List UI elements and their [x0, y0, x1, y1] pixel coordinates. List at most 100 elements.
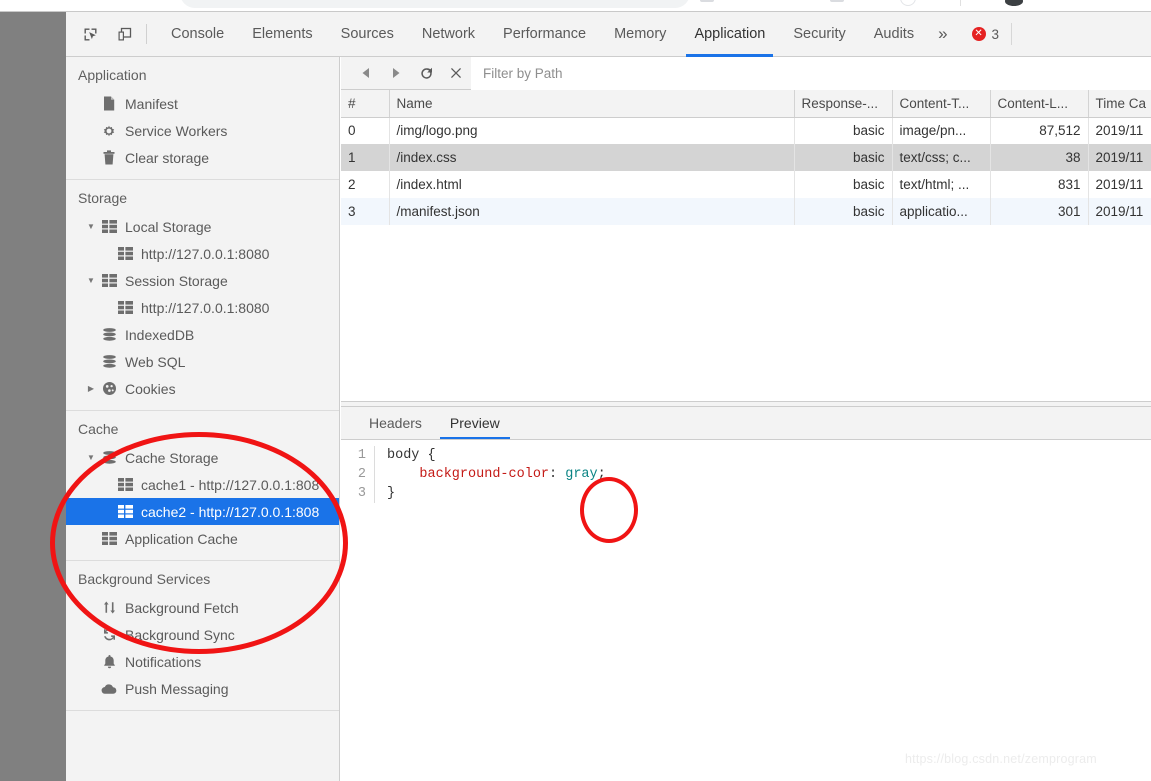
- cache-toolbar: [341, 56, 1151, 90]
- tab-network[interactable]: Network: [408, 12, 489, 57]
- sidebar-item-application-cache[interactable]: Application Cache: [66, 525, 339, 552]
- cell-content-length: 831: [990, 171, 1089, 198]
- chrome-toolbar-icon[interactable]: [700, 0, 714, 2]
- sidebar-item-label: Push Messaging: [125, 680, 229, 697]
- sidebar-item-label: http://127.0.0.1:8080: [141, 299, 270, 316]
- sidebar-section-background-services-title: Background Services: [78, 571, 211, 587]
- sidebar-item-label: http://127.0.0.1:8080: [141, 245, 270, 262]
- sidebar-divider: [66, 710, 339, 711]
- table-row[interactable]: 0 /img/logo.png basic image/pn... 87,512…: [341, 117, 1151, 144]
- sidebar-item-label: Web SQL: [125, 353, 186, 370]
- sidebar-item-clear-storage[interactable]: Clear storage: [66, 144, 339, 171]
- tab-console[interactable]: Console: [157, 12, 238, 57]
- sidebar-item-manifest[interactable]: Manifest: [66, 90, 339, 117]
- device-toolbar-icon[interactable]: [110, 20, 138, 48]
- error-badge[interactable]: ✕ 3: [971, 27, 999, 42]
- sidebar-item-session-storage[interactable]: ▼ Session Storage: [66, 267, 339, 294]
- preview-code-viewer[interactable]: 1 body { 2 background-color: gray; 3 }: [341, 440, 1151, 700]
- sidebar-item-label: Session Storage: [125, 272, 228, 289]
- cell-content-length: 301: [990, 198, 1089, 225]
- tab-memory[interactable]: Memory: [600, 12, 680, 57]
- back-button[interactable]: [351, 60, 381, 86]
- chrome-menu-icon[interactable]: [1005, 0, 1023, 6]
- cell-content-length: 38: [990, 144, 1089, 171]
- css-colon: :: [549, 467, 566, 482]
- twisty-icon[interactable]: ▼: [82, 276, 100, 285]
- cell-content-type: text/css; c...: [892, 144, 991, 171]
- twisty-icon[interactable]: ▶: [82, 384, 100, 393]
- table-header-row: # Name Response-... Content-T... Content…: [341, 90, 1151, 118]
- chrome-profile-icon[interactable]: [900, 0, 916, 6]
- tab-security[interactable]: Security: [779, 12, 859, 57]
- twisty-icon[interactable]: ▼: [82, 222, 100, 231]
- refresh-button[interactable]: [411, 60, 441, 86]
- sidebar-item-label: Cache Storage: [125, 449, 219, 466]
- sidebar-item-local-storage[interactable]: ▼ Local Storage: [66, 213, 339, 240]
- column-header-name[interactable]: Name: [389, 90, 795, 118]
- table-icon: [116, 245, 134, 263]
- sidebar-item-notifications[interactable]: Notifications: [66, 648, 339, 675]
- twisty-icon[interactable]: ▼: [82, 453, 100, 462]
- css-property: background-color: [387, 467, 550, 482]
- tab-performance[interactable]: Performance: [489, 12, 600, 57]
- sidebar-item-cache1[interactable]: cache1 - http://127.0.0.1:808: [66, 471, 339, 498]
- sidebar-item-push-messaging[interactable]: Push Messaging: [66, 675, 339, 702]
- trash-icon: [100, 149, 118, 167]
- forward-button[interactable]: [381, 60, 411, 86]
- chrome-divider: [960, 0, 961, 6]
- cache-entries-table-wrapper[interactable]: # Name Response-... Content-T... Content…: [341, 90, 1151, 402]
- tab-audits[interactable]: Audits: [860, 12, 928, 57]
- table-row[interactable]: 3 /manifest.json basic applicatio... 301…: [341, 198, 1151, 225]
- omnibox[interactable]: [180, 0, 690, 8]
- sidebar-item-session-storage-origin[interactable]: http://127.0.0.1:8080: [66, 294, 339, 321]
- more-tabs-icon[interactable]: »: [928, 12, 957, 57]
- cell-index: 3: [341, 198, 390, 225]
- detail-tabbar: Headers Preview: [341, 407, 1151, 440]
- table-row[interactable]: 1 /index.css basic text/css; c... 38 201…: [341, 144, 1151, 171]
- sidebar-item-web-sql[interactable]: Web SQL: [66, 348, 339, 375]
- cell-time-cached: 2019/11: [1088, 198, 1151, 225]
- table-icon: [116, 299, 134, 317]
- table-row[interactable]: 2 /index.html basic text/html; ... 831 2…: [341, 171, 1151, 198]
- sidebar-item-cache2[interactable]: cache2 - http://127.0.0.1:808: [66, 498, 339, 525]
- sidebar-item-local-storage-origin[interactable]: http://127.0.0.1:8080: [66, 240, 339, 267]
- column-header-index[interactable]: #: [341, 90, 390, 118]
- column-header-content-length[interactable]: Content-L...: [990, 90, 1089, 118]
- sidebar-item-indexeddb[interactable]: IndexedDB: [66, 321, 339, 348]
- line-number: 3: [341, 484, 375, 503]
- sidebar-item-background-fetch[interactable]: Background Fetch: [66, 594, 339, 621]
- delete-button[interactable]: [441, 60, 471, 86]
- devtools-tabbar: Console Elements Sources Network Perform…: [66, 12, 1151, 57]
- inspect-element-icon[interactable]: [76, 20, 104, 48]
- column-header-response-type[interactable]: Response-...: [794, 90, 893, 118]
- column-header-time-cached[interactable]: Time Ca: [1088, 90, 1151, 118]
- cell-content-type: image/pn...: [892, 117, 991, 144]
- tab-elements[interactable]: Elements: [238, 12, 326, 57]
- sidebar-item-background-sync[interactable]: Background Sync: [66, 621, 339, 648]
- sidebar-item-cookies[interactable]: ▶ Cookies: [66, 375, 339, 402]
- chrome-extension-icon[interactable]: [830, 0, 844, 2]
- database-icon: [100, 449, 118, 467]
- filter-input[interactable]: [471, 56, 1151, 90]
- cell-name: /index.css: [389, 144, 795, 171]
- sidebar-item-label: cache1 - http://127.0.0.1:808: [141, 476, 320, 493]
- tab-application[interactable]: Application: [680, 12, 779, 57]
- table-icon: [100, 272, 118, 290]
- cell-response-type: basic: [794, 117, 893, 144]
- sidebar-item-label: Cookies: [125, 380, 176, 397]
- cell-content-type: applicatio...: [892, 198, 991, 225]
- tab-preview[interactable]: Preview: [436, 406, 514, 439]
- code-line: 1 body {: [341, 446, 1151, 465]
- sidebar-item-label: Background Fetch: [125, 599, 239, 616]
- application-sidebar[interactable]: Application Manifest Service Workers Cle…: [66, 57, 340, 781]
- code-line: 3 }: [341, 484, 1151, 503]
- column-header-content-type[interactable]: Content-T...: [892, 90, 991, 118]
- sync-icon: [100, 626, 118, 644]
- tab-headers[interactable]: Headers: [355, 406, 436, 439]
- toolbar-divider: [146, 24, 147, 44]
- sidebar-item-service-workers[interactable]: Service Workers: [66, 117, 339, 144]
- database-icon: [100, 326, 118, 344]
- sidebar-item-cache-storage[interactable]: ▼ Cache Storage: [66, 444, 339, 471]
- tab-sources[interactable]: Sources: [327, 12, 408, 57]
- sidebar-item-label: Local Storage: [125, 218, 212, 235]
